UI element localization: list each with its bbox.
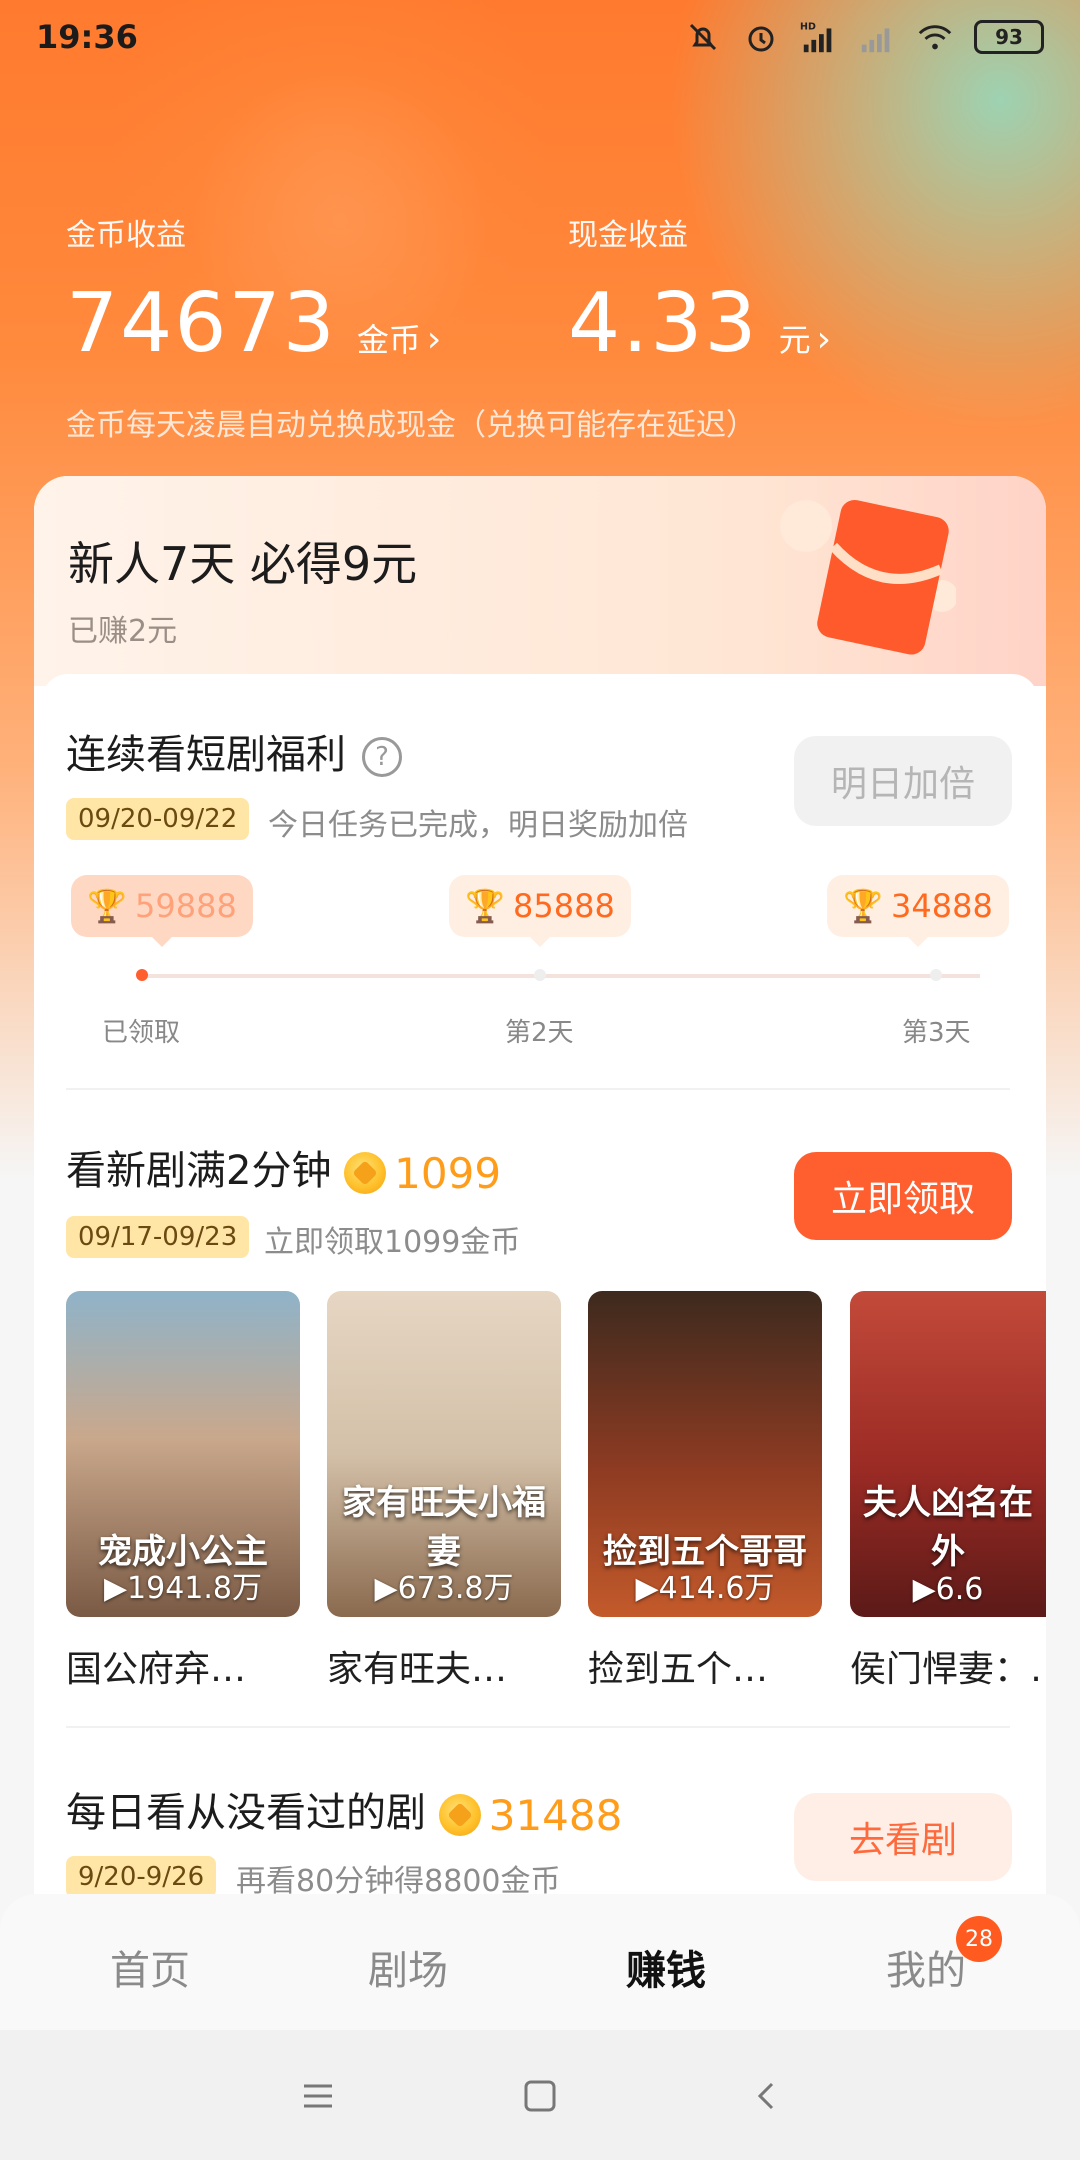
coin-icon — [344, 1152, 387, 1194]
drama-poster-3[interactable]: 捡到五个哥哥 ▶414.6万 — [588, 1291, 822, 1617]
status-time: 19:36 — [36, 18, 138, 56]
coin-earnings-value: 74673 — [66, 276, 337, 371]
progress-dot-3 — [930, 969, 942, 981]
drama-poster-2[interactable]: 家有旺夫小福妻 ▶673.8万 — [327, 1291, 561, 1617]
cash-earnings-label: 现金收益 — [568, 218, 688, 253]
milestone-2: 🏆 85888 — [449, 875, 631, 947]
nav-theater[interactable]: 剧场 — [368, 1938, 448, 1996]
new-drama-title: 看新剧满2分钟 — [66, 1148, 332, 1194]
streak-section: 连续看短剧福利? — [66, 722, 402, 780]
signal-weak-icon — [858, 18, 896, 56]
promo-title: 新人7天 必得9元 — [68, 537, 418, 591]
nav-home[interactable]: 首页 — [110, 1938, 190, 1996]
nav-profile[interactable]: 我的 — [886, 1938, 966, 1996]
drama-title-4[interactable]: 侯门悍妻：… — [850, 1640, 1046, 1692]
red-envelope-icon — [780, 499, 956, 655]
coin-earnings-label: 金币收益 — [66, 218, 186, 253]
drama-poster-2-art: 家有旺夫小福妻 — [342, 1483, 546, 1572]
battery-indicator: 93 — [974, 20, 1044, 54]
double-tomorrow-button[interactable]: 明日加倍 — [794, 736, 1012, 826]
daily-date-tag: 9/20-9/26 — [66, 1856, 217, 1898]
progress-track — [142, 974, 980, 978]
streak-date-tag: 09/20-09/22 — [66, 798, 250, 840]
status-bar: 19:36 HD 93 — [0, 0, 1080, 80]
progress-dot-1 — [136, 969, 148, 981]
go-watch-button[interactable]: 去看剧 — [794, 1793, 1012, 1881]
milestone-1-reward: 59888 — [135, 887, 237, 925]
claim-now-button[interactable]: 立即领取 — [794, 1152, 1012, 1240]
new-drama-date-tag: 09/17-09/23 — [66, 1216, 250, 1258]
cash-earnings[interactable]: 现金收益 4.33 元 › — [568, 210, 831, 371]
cash-earnings-value: 4.33 — [568, 276, 759, 371]
notification-badge: 28 — [956, 1916, 1002, 1962]
drama-poster-2-views: ▶673.8万 — [374, 1571, 514, 1606]
trophy-icon: 🏆 — [465, 887, 506, 925]
milestone-3-reward: 34888 — [891, 887, 993, 925]
section-divider — [66, 1726, 1010, 1728]
coin-earnings-unit: 金币 — [356, 321, 421, 359]
signal-icon: HD — [800, 18, 838, 56]
trophy-icon: 🏆 — [843, 887, 884, 925]
exchange-note: 金币每天凌晨自动兑换成现金（兑换可能存在延迟） — [66, 408, 756, 443]
streak-title: 连续看短剧福利 — [66, 732, 346, 778]
newbie-promo[interactable]: 新人7天 必得9元 已赚2元 — [34, 476, 1046, 686]
bottom-nav: 首页 剧场 赚钱 我的 — [0, 1894, 1080, 2030]
milestone-3: 🏆 34888 — [827, 875, 1009, 947]
back-icon[interactable] — [750, 2078, 786, 2114]
drama-title-2[interactable]: 家有旺夫… — [327, 1640, 561, 1692]
chevron-right-icon: › — [816, 319, 831, 360]
network-type-text: HD — [800, 21, 816, 32]
drama-title-3[interactable]: 捡到五个… — [588, 1640, 822, 1692]
wifi-icon — [916, 18, 954, 56]
daily-section: 每日看从没看过的剧 31488 — [66, 1780, 622, 1840]
status-icons: HD 93 — [684, 18, 1044, 56]
nav-earn[interactable]: 赚钱 — [626, 1938, 706, 1996]
milestone-2-reward: 85888 — [513, 887, 615, 925]
promo-earned: 已赚2元 — [68, 614, 178, 649]
drama-title-1[interactable]: 国公府弃… — [66, 1640, 300, 1692]
new-drama-section: 看新剧满2分钟 1099 — [66, 1138, 501, 1198]
milestone-2-label: 第2天 — [505, 1018, 574, 1048]
cash-earnings-unit: 元 — [778, 321, 811, 359]
daily-coins: 31488 — [488, 1790, 623, 1840]
system-nav-bar — [0, 2030, 1080, 2160]
drama-poster-1[interactable]: 宠成小公主 ▶1941.8万 — [66, 1291, 300, 1617]
coin-earnings[interactable]: 金币收益 74673 金币 › — [66, 210, 441, 371]
drama-poster-4-art: 夫人凶名在外 — [863, 1483, 1033, 1572]
coin-icon — [438, 1794, 481, 1836]
new-drama-desc: 立即领取1099金币 — [264, 1225, 521, 1260]
chevron-right-icon: › — [426, 319, 442, 360]
drama-poster-4[interactable]: 夫人凶名在外 ▶6.6 — [850, 1291, 1046, 1617]
menu-icon[interactable] — [300, 2078, 336, 2114]
help-icon[interactable]: ? — [362, 737, 402, 777]
milestone-1: 🏆 59888 — [71, 875, 253, 947]
drama-poster-1-views: ▶1941.8万 — [103, 1571, 263, 1606]
drama-poster-3-views: ▶414.6万 — [635, 1571, 775, 1606]
streak-desc: 今日任务已完成，明日奖励加倍 — [268, 808, 688, 843]
mute-bell-icon — [684, 18, 722, 56]
milestone-1-label: 已领取 — [102, 1018, 181, 1048]
progress-dot-2 — [534, 969, 546, 981]
new-drama-coins: 1099 — [394, 1148, 502, 1198]
alarm-icon — [742, 18, 780, 56]
drama-poster-4-views: ▶6.6 — [912, 1572, 984, 1607]
trophy-icon: 🏆 — [87, 887, 128, 925]
daily-title: 每日看从没看过的剧 — [66, 1790, 426, 1836]
section-divider — [66, 1088, 1010, 1090]
home-square-icon[interactable] — [522, 2078, 558, 2114]
milestone-3-label: 第3天 — [902, 1018, 971, 1048]
